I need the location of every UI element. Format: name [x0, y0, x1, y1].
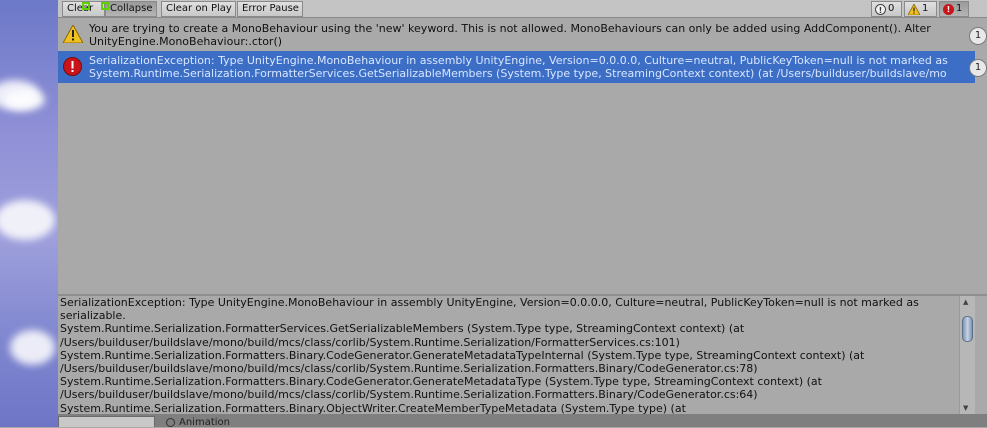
warning-icon — [63, 25, 83, 43]
log-list[interactable]: You are trying to create a MonoBehaviour… — [58, 18, 987, 294]
log-stack-first-line: System.Runtime.Serialization.FormatterSe… — [89, 67, 947, 80]
bottom-tab-strip: Animation — [58, 414, 987, 428]
info-icon: ! — [875, 3, 886, 15]
console-toolbar: Clear Collapse Clear on Play Error Pause… — [58, 0, 987, 18]
log-message: You are trying to create a MonoBehaviour… — [89, 22, 931, 35]
desktop-background — [0, 0, 58, 427]
animation-tab-label: Animation — [179, 417, 230, 428]
scroll-up-arrow-icon[interactable]: ▲ — [963, 298, 968, 306]
log-stack-first-line: UnityEngine.MonoBehaviour:.ctor() — [89, 35, 283, 48]
error-pause-toggle[interactable]: Error Pause — [237, 1, 303, 17]
stack-trace-scrollbar[interactable]: ▲ ▼ — [959, 296, 975, 414]
clock-icon — [166, 418, 175, 427]
stack-trace-panel[interactable]: SerializationException: Type UnityEngine… — [58, 296, 960, 416]
clear-on-play-toggle[interactable]: Clear on Play — [161, 1, 236, 17]
log-message: SerializationException: Type UnityEngine… — [89, 54, 948, 67]
log-entry-error[interactable]: SerializationException: Type UnityEngine… — [58, 51, 987, 83]
green-marker-left — [82, 2, 90, 10]
scroll-down-arrow-icon[interactable]: ▼ — [963, 404, 968, 412]
info-filter-toggle[interactable]: ! 0 — [871, 1, 902, 17]
collapse-count-badge: 1 — [969, 27, 987, 45]
green-marker-right — [101, 2, 109, 10]
error-filter-toggle[interactable]: ! 1 — [939, 1, 969, 17]
warning-icon — [908, 3, 920, 15]
animation-tab[interactable]: Animation — [166, 417, 230, 428]
error-icon — [63, 57, 82, 76]
log-entry-text: SerializationException: Type UnityEngine… — [89, 54, 974, 80]
log-entry-text: You are trying to create a MonoBehaviour… — [89, 22, 974, 48]
warning-count: 1 — [922, 3, 929, 14]
info-count: 0 — [888, 3, 895, 14]
warning-filter-toggle[interactable]: 1 — [904, 1, 937, 17]
error-count: 1 — [956, 3, 963, 14]
console-window: Clear Collapse Clear on Play Error Pause… — [58, 0, 987, 428]
log-entry-warning[interactable]: You are trying to create a MonoBehaviour… — [58, 19, 987, 51]
scrollbar-thumb[interactable] — [962, 316, 973, 342]
error-icon: ! — [943, 3, 954, 15]
console-tab[interactable] — [58, 416, 155, 427]
collapse-toggle[interactable]: Collapse — [105, 1, 157, 17]
collapse-count-badge: 1 — [969, 59, 987, 77]
